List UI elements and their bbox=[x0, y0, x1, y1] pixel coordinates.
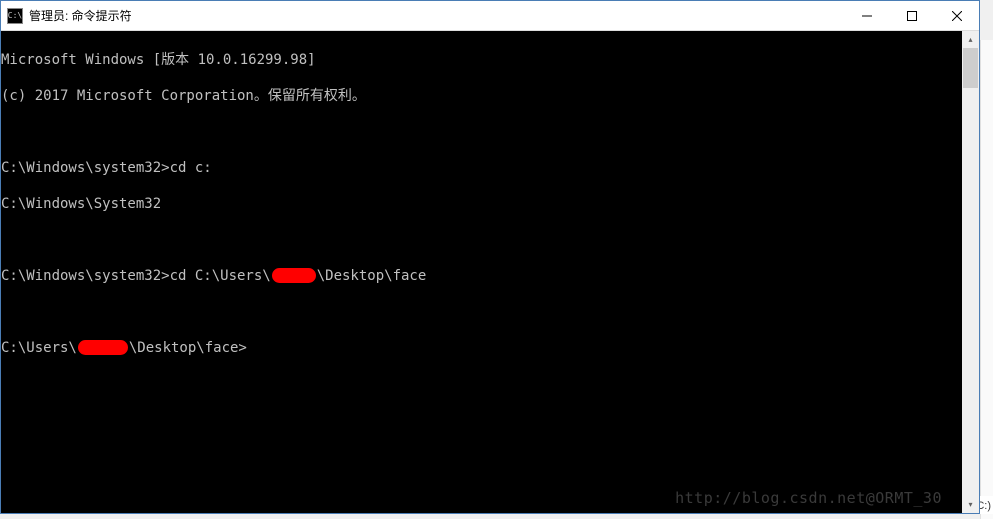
window-controls bbox=[844, 1, 979, 30]
terminal-output[interactable]: Microsoft Windows [版本 10.0.16299.98] (c)… bbox=[1, 31, 962, 513]
window-title: 管理员: 命令提示符 bbox=[29, 7, 844, 24]
terminal-area: Microsoft Windows [版本 10.0.16299.98] (c)… bbox=[1, 31, 979, 513]
minimize-icon bbox=[862, 11, 872, 21]
maximize-button[interactable] bbox=[889, 1, 934, 30]
scroll-thumb[interactable] bbox=[963, 48, 978, 88]
terminal-line bbox=[1, 123, 962, 141]
maximize-icon bbox=[907, 11, 917, 21]
background-window-edge bbox=[980, 40, 993, 519]
minimize-button[interactable] bbox=[844, 1, 889, 30]
vertical-scrollbar[interactable]: ▴ ▾ bbox=[962, 31, 979, 513]
terminal-line: (c) 2017 Microsoft Corporation。保留所有权利。 bbox=[1, 87, 962, 105]
titlebar[interactable]: C:\ 管理员: 命令提示符 bbox=[1, 1, 979, 31]
scroll-up-arrow[interactable]: ▴ bbox=[962, 31, 979, 48]
terminal-line bbox=[1, 231, 962, 249]
watermark-text: http://blog.csdn.net@ORMT_30 bbox=[675, 489, 942, 507]
command-prompt-window: C:\ 管理员: 命令提示符 Microsoft Windows [版本 10.… bbox=[0, 0, 980, 514]
close-icon bbox=[952, 11, 962, 21]
cmd-icon: C:\ bbox=[7, 8, 23, 24]
terminal-line: C:\Windows\system32>cd C:\Users\\Desktop… bbox=[1, 267, 962, 285]
terminal-prompt-line: C:\Users\\Desktop\face> bbox=[1, 339, 962, 357]
terminal-line: C:\Windows\system32>cd c: bbox=[1, 159, 962, 177]
redacted-username bbox=[78, 340, 128, 355]
redacted-username bbox=[272, 268, 316, 283]
scroll-down-arrow[interactable]: ▾ bbox=[962, 496, 979, 513]
terminal-line: C:\Windows\System32 bbox=[1, 195, 962, 213]
terminal-line: Microsoft Windows [版本 10.0.16299.98] bbox=[1, 51, 962, 69]
close-button[interactable] bbox=[934, 1, 979, 30]
terminal-line bbox=[1, 303, 962, 321]
